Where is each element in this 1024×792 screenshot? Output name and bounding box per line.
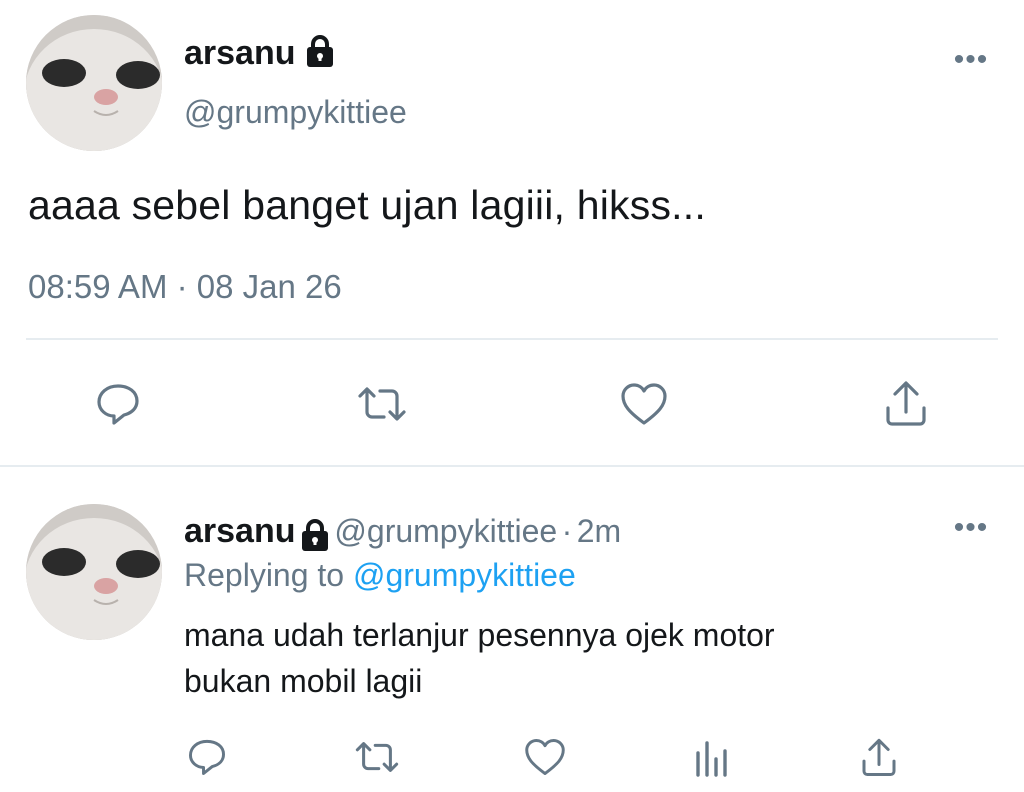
lock-icon (300, 519, 330, 556)
reply-icon (189, 739, 225, 775)
divider (26, 338, 998, 340)
avatar[interactable] (26, 504, 162, 640)
reply-button[interactable] (92, 378, 144, 430)
retweet-icon (355, 742, 399, 772)
share-icon (886, 381, 926, 426)
tweet-date: 08 Jan 26 (196, 268, 342, 305)
handle[interactable]: @grumpykittiee (184, 92, 407, 132)
meta-separator: · (561, 513, 573, 549)
cat-avatar-icon (26, 15, 162, 151)
tweet-text: aaaa sebel banget ujan lagiii, hikss... (28, 182, 706, 228)
cat-avatar-icon (26, 504, 162, 640)
replying-prefix: Replying to (184, 557, 345, 593)
reply-header: arsanu @grumpykittiee · 2m (184, 511, 621, 556)
display-name[interactable]: arsanu (184, 33, 335, 76)
reply-text-line: bukan mobil lagii (184, 663, 423, 699)
replying-handle-link[interactable]: @grumpykittiee (353, 557, 576, 593)
replying-to: Replying to @grumpykittiee (184, 555, 576, 595)
reply-text: mana udah terlanjur pesennya ojek motor … (184, 612, 775, 704)
like-button[interactable] (520, 734, 570, 780)
analytics-button[interactable] (690, 734, 734, 780)
tweet-age[interactable]: 2m (577, 513, 621, 549)
analytics-icon (696, 741, 727, 777)
avatar[interactable] (26, 15, 162, 151)
like-button[interactable] (616, 378, 672, 430)
reply-button[interactable] (184, 734, 230, 780)
reply-text-line: mana udah terlanjur pesennya ojek motor (184, 617, 775, 653)
handle[interactable]: @grumpykittiee (334, 513, 557, 549)
retweet-button[interactable] (350, 734, 404, 780)
more-options-icon[interactable]: ••• (946, 513, 996, 543)
lock-icon (305, 34, 335, 76)
retweet-button[interactable] (352, 378, 412, 430)
reply-icon (97, 384, 139, 425)
retweet-icon (358, 387, 406, 421)
tweet-timestamp[interactable]: 08:59 AM · 08 Jan 26 (28, 267, 342, 307)
display-name-text: arsanu (184, 34, 296, 72)
more-options-icon[interactable]: ••• (946, 45, 996, 75)
like-icon (621, 383, 667, 425)
like-icon (525, 739, 565, 775)
meta-separator: · (176, 268, 188, 305)
tweet-time: 08:59 AM (28, 268, 168, 305)
display-name[interactable]: arsanu (184, 512, 296, 550)
share-icon (862, 738, 896, 776)
section-divider (0, 465, 1024, 467)
share-button[interactable] (878, 376, 934, 430)
share-button[interactable] (856, 734, 902, 780)
